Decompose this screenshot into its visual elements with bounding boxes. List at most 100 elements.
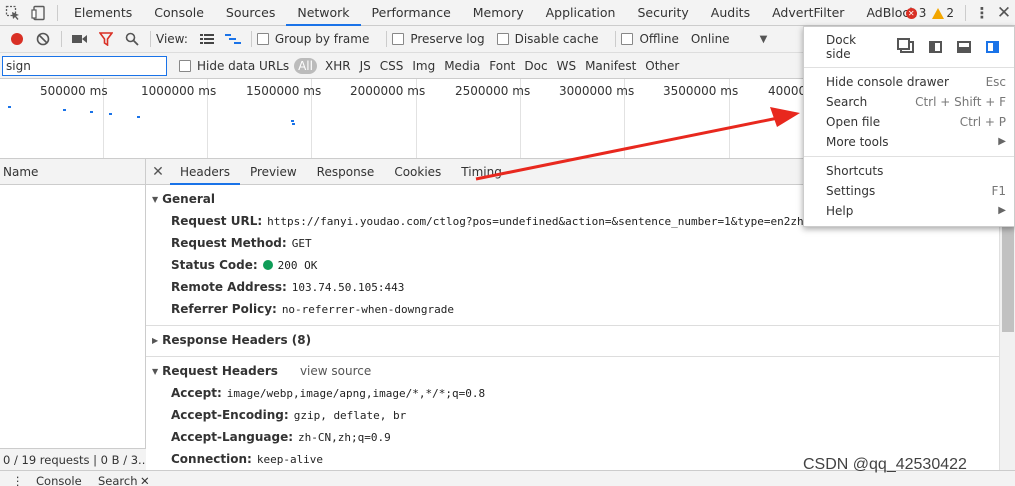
- view-source-link[interactable]: view source: [300, 364, 371, 378]
- checkbox-box[interactable]: [256, 33, 269, 45]
- menu-item-help[interactable]: Help ▶: [804, 201, 1014, 221]
- filter-type-doc[interactable]: Doc: [524, 59, 547, 73]
- waterfall-icon: [224, 34, 241, 44]
- filter-input[interactable]: sign: [2, 55, 167, 76]
- timeline-tick-label: 1000000 ms: [141, 84, 217, 98]
- more-options-icon[interactable]: ⋮: [971, 4, 993, 22]
- menu-item-settings[interactable]: Settings F1: [804, 181, 1014, 201]
- tab-security[interactable]: Security: [626, 0, 699, 26]
- throttling-select[interactable]: Online ▼: [691, 32, 767, 46]
- menu-item-more-tools[interactable]: More tools ▶: [804, 132, 1014, 152]
- dock-left-icon[interactable]: [928, 41, 943, 53]
- checkbox-box[interactable]: [496, 33, 509, 45]
- clear-button[interactable]: [30, 28, 56, 50]
- menu-item-label: Help: [826, 204, 854, 218]
- tab-application[interactable]: Application: [535, 0, 627, 26]
- menu-item-open-file[interactable]: Open file Ctrl + P: [804, 112, 1014, 132]
- close-details-icon[interactable]: ✕: [146, 164, 170, 180]
- undock-icon[interactable]: [897, 38, 914, 53]
- device-toolbar-icon[interactable]: [26, 0, 52, 26]
- request-bar: [292, 123, 295, 125]
- header-value: keep-alive: [256, 453, 324, 466]
- tab-advertfilter[interactable]: AdvertFilter: [761, 0, 855, 26]
- tab-response[interactable]: Response: [307, 159, 385, 185]
- checkbox-box[interactable]: [179, 59, 191, 72]
- warning-icon[interactable]: [932, 7, 945, 19]
- header-row-referrer-policy: Referrer Policy: no-referrer-when-downgra…: [152, 298, 1015, 320]
- inspect-element-icon[interactable]: [0, 0, 26, 26]
- request-headers-header[interactable]: ▼ Request Headers view source: [152, 360, 1015, 382]
- name-column-header[interactable]: Name: [0, 159, 145, 185]
- header-row-request-method: Request Method: GET: [152, 232, 1015, 254]
- search-button[interactable]: [119, 28, 145, 50]
- group-by-frame-checkbox[interactable]: Group by frame: [256, 32, 370, 46]
- header-row-remote-address: Remote Address: 103.74.50.105:443: [152, 276, 1015, 298]
- customize-devtools-menu: Dock side Hide console drawer Esc Search C…: [803, 26, 1015, 227]
- tab-timing[interactable]: Timing: [451, 159, 512, 185]
- tab-headers[interactable]: Headers: [170, 159, 240, 185]
- drawer-tab-search[interactable]: Search: [98, 474, 138, 486]
- overview-button[interactable]: [220, 28, 246, 50]
- hide-data-urls-checkbox[interactable]: Hide data URLs: [179, 59, 289, 73]
- screenshot-button[interactable]: [67, 28, 93, 50]
- header-key: Accept:: [171, 386, 222, 400]
- filter-type-other[interactable]: Other: [645, 59, 679, 73]
- close-devtools-icon[interactable]: ✕: [993, 3, 1015, 23]
- filter-type-manifest[interactable]: Manifest: [585, 59, 636, 73]
- header-key: Remote Address:: [171, 280, 287, 294]
- tab-sources[interactable]: Sources: [215, 0, 286, 26]
- record-button[interactable]: [4, 28, 30, 50]
- error-icon[interactable]: ✕: [905, 7, 917, 19]
- header-key: Request Method:: [171, 236, 287, 250]
- menu-item-shortcuts[interactable]: Shortcuts: [804, 161, 1014, 181]
- header-key: Connection:: [171, 452, 252, 466]
- group-by-frame-label: Group by frame: [274, 32, 370, 46]
- filter-type-all[interactable]: All: [294, 57, 317, 74]
- header-value: 200 OK: [277, 259, 318, 272]
- filter-type-img[interactable]: Img: [412, 59, 435, 73]
- close-drawer-tab-icon[interactable]: ✕: [140, 474, 150, 486]
- drawer-tab-console[interactable]: Console: [36, 474, 82, 486]
- menu-item-hide-console-drawer[interactable]: Hide console drawer Esc: [804, 72, 1014, 92]
- tab-console[interactable]: Console: [143, 0, 215, 26]
- tab-memory[interactable]: Memory: [462, 0, 535, 26]
- toolbar-divider: [250, 31, 252, 47]
- filter-icon: [99, 32, 113, 46]
- offline-checkbox[interactable]: Offline: [621, 32, 679, 46]
- dock-right-icon[interactable]: [985, 41, 999, 53]
- drawer-menu-icon[interactable]: ⋮: [12, 474, 24, 486]
- preserve-log-checkbox[interactable]: Preserve log: [392, 32, 485, 46]
- filter-type-font[interactable]: Font: [489, 59, 515, 73]
- menu-item-label: Open file: [826, 115, 881, 129]
- tab-preview[interactable]: Preview: [240, 159, 307, 185]
- filter-button[interactable]: [93, 28, 119, 50]
- response-headers-header[interactable]: ▶ Response Headers (8): [152, 329, 1015, 351]
- scrollbar-thumb[interactable]: [1002, 224, 1014, 332]
- warning-count[interactable]: 2: [946, 6, 954, 20]
- header-value: GET: [291, 237, 312, 250]
- filter-type-ws[interactable]: WS: [557, 59, 576, 73]
- general-title: General: [162, 192, 215, 206]
- disable-cache-checkbox[interactable]: Disable cache: [496, 32, 598, 46]
- menu-item-label: Search: [826, 95, 868, 109]
- filter-type-css[interactable]: CSS: [380, 59, 404, 73]
- toolbar-divider: [615, 31, 617, 47]
- filter-type-js[interactable]: JS: [360, 59, 371, 73]
- tab-cookies[interactable]: Cookies: [384, 159, 451, 185]
- tab-network[interactable]: Network: [286, 0, 361, 26]
- large-rows-button[interactable]: [194, 28, 220, 50]
- tab-performance[interactable]: Performance: [361, 0, 462, 26]
- checkbox-box[interactable]: [621, 33, 634, 45]
- error-count[interactable]: 3: [919, 6, 927, 20]
- menu-item-shortcut: Ctrl + Shift + F: [915, 95, 1006, 109]
- tab-elements[interactable]: Elements: [63, 0, 143, 26]
- tab-audits[interactable]: Audits: [700, 0, 761, 26]
- checkbox-box[interactable]: [392, 33, 405, 45]
- menu-item-search[interactable]: Search Ctrl + Shift + F: [804, 92, 1014, 112]
- offline-label: Offline: [639, 32, 679, 46]
- dock-bottom-icon[interactable]: [957, 41, 971, 53]
- details-scrollbar[interactable]: [999, 186, 1015, 470]
- filter-type-media[interactable]: Media: [444, 59, 480, 73]
- menu-item-label: Settings: [826, 184, 876, 198]
- filter-type-xhr[interactable]: XHR: [325, 59, 351, 73]
